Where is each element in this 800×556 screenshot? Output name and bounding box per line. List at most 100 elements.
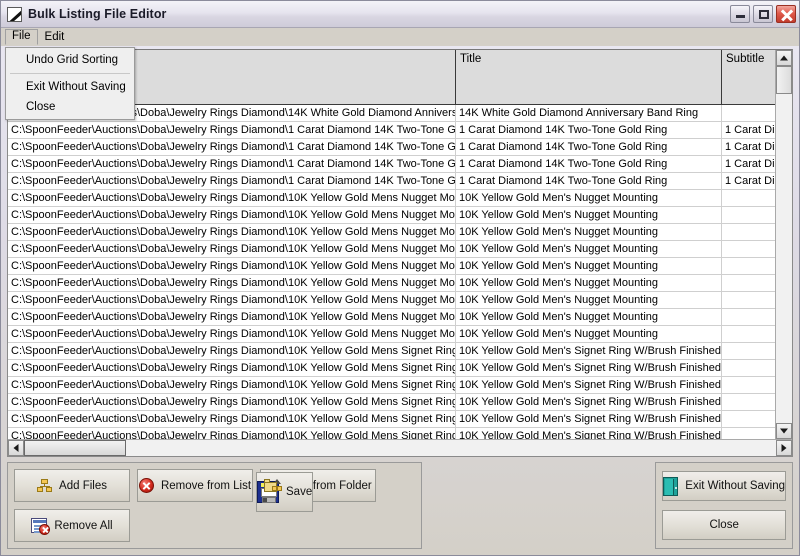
table-row[interactable]: C:\SpoonFeeder\Auctions\Doba\Jewelry Rin… xyxy=(8,139,775,156)
cell-subtitle[interactable]: 1 Carat Diamo xyxy=(722,156,775,172)
scroll-left-button[interactable] xyxy=(8,440,24,456)
table-row[interactable]: C:\SpoonFeeder\Auctions\Doba\Jewelry Rin… xyxy=(8,428,775,439)
close-button[interactable] xyxy=(776,5,796,23)
cell-path[interactable]: C:\SpoonFeeder\Auctions\Doba\Jewelry Rin… xyxy=(8,241,456,257)
cell-title[interactable]: 10K Yellow Gold Men's Nugget Mounting xyxy=(456,207,722,223)
menu-item-close[interactable]: Close xyxy=(6,97,134,117)
cell-subtitle[interactable] xyxy=(722,411,775,427)
remove-all-button[interactable]: Remove All xyxy=(14,509,130,542)
cell-subtitle[interactable] xyxy=(722,292,775,308)
cell-subtitle[interactable] xyxy=(722,428,775,439)
cell-subtitle[interactable]: 1 Carat Diamo xyxy=(722,139,775,155)
cell-title[interactable]: 10K Yellow Gold Men's Nugget Mounting xyxy=(456,309,722,325)
cell-subtitle[interactable] xyxy=(722,377,775,393)
cell-title[interactable]: 1 Carat Diamond 14K Two-Tone Gold Ring xyxy=(456,173,722,189)
scroll-down-button[interactable] xyxy=(776,423,792,439)
cell-title[interactable]: 10K Yellow Gold Men's Signet Ring W/Brus… xyxy=(456,428,722,439)
table-row[interactable]: C:\SpoonFeeder\Auctions\Doba\Jewelry Rin… xyxy=(8,309,775,326)
menu-item-exit-without-saving[interactable]: Exit Without Saving xyxy=(6,77,134,97)
cell-title[interactable]: 10K Yellow Gold Men's Nugget Mounting xyxy=(456,224,722,240)
table-row[interactable]: C:\SpoonFeeder\Auctions\Doba\Jewelry Rin… xyxy=(8,326,775,343)
scroll-up-button[interactable] xyxy=(776,50,792,66)
table-row[interactable]: C:\SpoonFeeder\Auctions\Doba\Jewelry Rin… xyxy=(8,411,775,428)
table-row[interactable]: C:\SpoonFeeder\Auctions\Doba\Jewelry Rin… xyxy=(8,292,775,309)
close-button-bottom[interactable]: Close xyxy=(662,510,786,540)
cell-subtitle[interactable] xyxy=(722,224,775,240)
horizontal-scroll-thumb[interactable] xyxy=(24,440,126,456)
cell-subtitle[interactable] xyxy=(722,241,775,257)
table-row[interactable]: C:\SpoonFeeder\Auctions\Doba\Jewelry Rin… xyxy=(8,275,775,292)
cell-title[interactable]: 10K Yellow Gold Men's Signet Ring W/Brus… xyxy=(456,411,722,427)
table-row[interactable]: C:\SpoonFeeder\Auctions\Doba\Jewelry Rin… xyxy=(8,360,775,377)
table-row[interactable]: C:\SpoonFeeder\Auctions\Doba\Jewelry Rin… xyxy=(8,241,775,258)
cell-title[interactable]: 10K Yellow Gold Men's Nugget Mounting xyxy=(456,275,722,291)
menu-file[interactable]: File xyxy=(5,29,38,45)
cell-path[interactable]: C:\SpoonFeeder\Auctions\Doba\Jewelry Rin… xyxy=(8,207,456,223)
table-row[interactable]: C:\SpoonFeeder\Auctions\Doba\Jewelry Rin… xyxy=(8,190,775,207)
cell-path[interactable]: C:\SpoonFeeder\Auctions\Doba\Jewelry Rin… xyxy=(8,190,456,206)
cell-path[interactable]: C:\SpoonFeeder\Auctions\Doba\Jewelry Rin… xyxy=(8,292,456,308)
maximize-button[interactable] xyxy=(753,5,773,23)
cell-path[interactable]: C:\SpoonFeeder\Auctions\Doba\Jewelry Rin… xyxy=(8,173,456,189)
column-header-title[interactable]: Title xyxy=(456,50,722,104)
cell-path[interactable]: C:\SpoonFeeder\Auctions\Doba\Jewelry Rin… xyxy=(8,156,456,172)
cell-subtitle[interactable] xyxy=(722,258,775,274)
cell-title[interactable]: 10K Yellow Gold Men's Nugget Mounting xyxy=(456,326,722,342)
cell-path[interactable]: C:\SpoonFeeder\Auctions\Doba\Jewelry Rin… xyxy=(8,411,456,427)
cell-path[interactable]: C:\SpoonFeeder\Auctions\Doba\Jewelry Rin… xyxy=(8,326,456,342)
cell-path[interactable]: C:\SpoonFeeder\Auctions\Doba\Jewelry Rin… xyxy=(8,275,456,291)
horizontal-scrollbar[interactable] xyxy=(8,439,792,456)
cell-subtitle[interactable] xyxy=(722,326,775,342)
cell-title[interactable]: 1 Carat Diamond 14K Two-Tone Gold Ring xyxy=(456,156,722,172)
table-row[interactable]: C:\SpoonFeeder\Auctions\Doba\Jewelry Rin… xyxy=(8,156,775,173)
vertical-scroll-track[interactable] xyxy=(776,94,792,423)
cell-subtitle[interactable] xyxy=(722,309,775,325)
cell-subtitle[interactable]: 1 Carat Diamo xyxy=(722,173,775,189)
cell-path[interactable]: C:\SpoonFeeder\Auctions\Doba\Jewelry Rin… xyxy=(8,122,456,138)
cell-path[interactable]: C:\SpoonFeeder\Auctions\Doba\Jewelry Rin… xyxy=(8,309,456,325)
vertical-scrollbar[interactable] xyxy=(775,50,792,439)
minimize-button[interactable] xyxy=(730,5,750,23)
table-row[interactable]: C:\SpoonFeeder\Auctions\Doba\Jewelry Rin… xyxy=(8,122,775,139)
remove-from-list-button[interactable]: Remove from List xyxy=(137,469,253,502)
cell-title[interactable]: 14K White Gold Diamond Anniversary Band … xyxy=(456,105,722,121)
cell-subtitle[interactable] xyxy=(722,105,775,121)
scroll-right-button[interactable] xyxy=(776,440,792,456)
cell-path[interactable]: C:\SpoonFeeder\Auctions\Doba\Jewelry Rin… xyxy=(8,139,456,155)
table-row[interactable]: C:\SpoonFeeder\Auctions\Doba\Jewelry Rin… xyxy=(8,224,775,241)
cell-title[interactable]: 10K Yellow Gold Men's Nugget Mounting xyxy=(456,241,722,257)
cell-subtitle[interactable] xyxy=(722,360,775,376)
cell-title[interactable]: 10K Yellow Gold Men's Signet Ring W/Brus… xyxy=(456,343,722,359)
menu-edit[interactable]: Edit xyxy=(38,30,72,45)
cell-path[interactable]: C:\SpoonFeeder\Auctions\Doba\Jewelry Rin… xyxy=(8,343,456,359)
add-files-button[interactable]: Add Files xyxy=(14,469,130,502)
cell-path[interactable]: C:\SpoonFeeder\Auctions\Doba\Jewelry Rin… xyxy=(8,360,456,376)
table-row[interactable]: C:\SpoonFeeder\Auctions\Doba\Jewelry Rin… xyxy=(8,377,775,394)
cell-subtitle[interactable]: 1 Carat Diamo xyxy=(722,122,775,138)
menu-item-undo-grid-sorting[interactable]: Undo Grid Sorting xyxy=(6,50,134,70)
cell-path[interactable]: C:\SpoonFeeder\Auctions\Doba\Jewelry Rin… xyxy=(8,224,456,240)
cell-title[interactable]: 10K Yellow Gold Men's Nugget Mounting xyxy=(456,190,722,206)
cell-subtitle[interactable] xyxy=(722,190,775,206)
cell-path[interactable]: C:\SpoonFeeder\Auctions\Doba\Jewelry Rin… xyxy=(8,428,456,439)
cell-subtitle[interactable] xyxy=(722,343,775,359)
cell-title[interactable]: 10K Yellow Gold Men's Signet Ring W/Brus… xyxy=(456,360,722,376)
cell-title[interactable]: 10K Yellow Gold Men's Nugget Mounting xyxy=(456,258,722,274)
table-row[interactable]: C:\SpoonFeeder\Auctions\Doba\Jewelry Rin… xyxy=(8,394,775,411)
column-header-subtitle[interactable]: Subtitle xyxy=(722,50,775,104)
table-row[interactable]: C:\SpoonFeeder\Auctions\Doba\Jewelry Rin… xyxy=(8,343,775,360)
cell-title[interactable]: 10K Yellow Gold Men's Signet Ring W/Brus… xyxy=(456,377,722,393)
cell-subtitle[interactable] xyxy=(722,275,775,291)
cell-subtitle[interactable] xyxy=(722,207,775,223)
cell-title[interactable]: 10K Yellow Gold Men's Nugget Mounting xyxy=(456,292,722,308)
horizontal-scroll-track[interactable] xyxy=(126,440,776,456)
cell-path[interactable]: C:\SpoonFeeder\Auctions\Doba\Jewelry Rin… xyxy=(8,258,456,274)
exit-without-saving-button[interactable]: Exit Without Saving xyxy=(662,471,786,501)
cell-subtitle[interactable] xyxy=(722,394,775,410)
table-row[interactable]: C:\SpoonFeeder\Auctions\Doba\Jewelry Rin… xyxy=(8,173,775,190)
cell-path[interactable]: C:\SpoonFeeder\Auctions\Doba\Jewelry Rin… xyxy=(8,394,456,410)
table-row[interactable]: C:\SpoonFeeder\Auctions\Doba\Jewelry Rin… xyxy=(8,207,775,224)
cell-title[interactable]: 1 Carat Diamond 14K Two-Tone Gold Ring xyxy=(456,139,722,155)
table-row[interactable]: C:\SpoonFeeder\Auctions\Doba\Jewelry Rin… xyxy=(8,258,775,275)
cell-title[interactable]: 10K Yellow Gold Men's Signet Ring W/Brus… xyxy=(456,394,722,410)
